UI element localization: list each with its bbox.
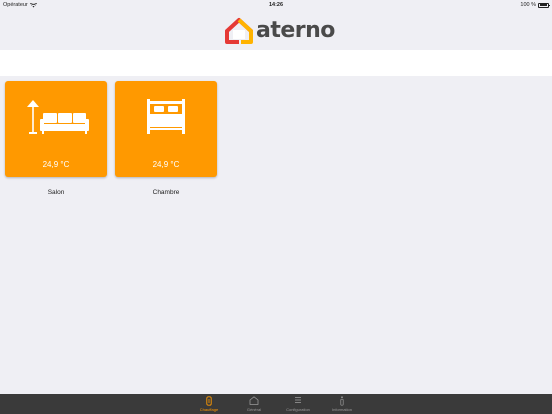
room-label-salon: Salon xyxy=(47,189,65,196)
tab-label: Général xyxy=(246,407,262,412)
bed-icon xyxy=(147,99,185,134)
tab-label: Information xyxy=(331,407,352,412)
white-band xyxy=(0,50,552,76)
house-icon xyxy=(249,396,259,405)
sofa-lamp-icon xyxy=(27,100,89,134)
battery-icon xyxy=(538,2,550,8)
aterno-logo: aterno xyxy=(225,16,335,46)
tab-label: Chauffage xyxy=(199,407,219,412)
room-temperature: 24,9 °C xyxy=(152,160,180,169)
info-icon xyxy=(340,396,344,406)
tab-bar: Chauffage Général Configuration Informat… xyxy=(0,394,552,414)
app-header: aterno xyxy=(0,10,552,50)
tab-label: Configuration xyxy=(286,407,310,412)
room-tile-chambre[interactable]: 24,9 °C xyxy=(115,81,217,177)
room-tile-salon[interactable]: 24,9 °C xyxy=(5,81,107,177)
list-icon xyxy=(295,397,301,403)
room-temperature: 24,9 °C xyxy=(42,160,70,169)
status-right: 100 % xyxy=(520,0,550,10)
tab-configuration[interactable]: Configuration xyxy=(273,394,323,414)
house-logo-icon xyxy=(225,18,253,44)
tab-chauffage[interactable]: Chauffage xyxy=(184,394,234,414)
tab-general[interactable]: Général xyxy=(229,394,279,414)
status-bar: Opérateur 14:26 100 % xyxy=(0,0,552,10)
logo-text: aterno xyxy=(256,18,335,43)
status-time: 14:26 xyxy=(268,2,284,8)
room-label-chambre: Chambre xyxy=(152,189,180,196)
radiator-icon xyxy=(206,396,212,406)
tab-information[interactable]: Information xyxy=(317,394,367,414)
battery-percent: 100 % xyxy=(520,2,536,8)
